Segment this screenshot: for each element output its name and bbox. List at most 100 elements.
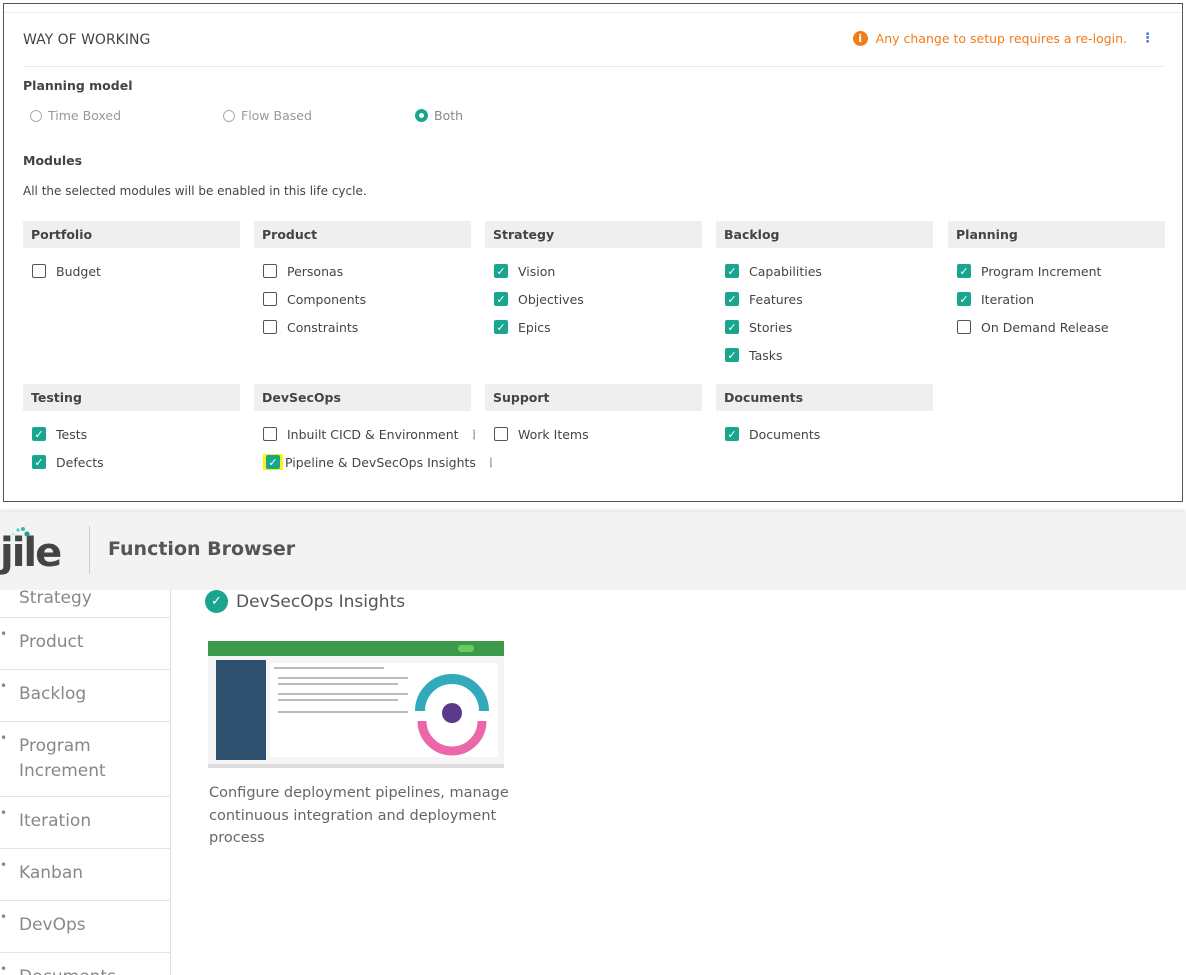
- checkbox-wrap[interactable]: [263, 292, 277, 306]
- module-checkbox-item[interactable]: ✓ Pipeline & DevSecOps Insights i: [254, 448, 493, 476]
- radio-flow-based[interactable]: Flow Based: [223, 108, 312, 123]
- module-checkbox-item[interactable]: Personas: [254, 257, 471, 285]
- function-thumbnail[interactable]: [208, 641, 504, 768]
- module-checkbox-item[interactable]: ✓ Iteration: [948, 285, 1165, 313]
- checkbox-unchecked[interactable]: [263, 292, 277, 306]
- module-checkbox-item[interactable]: ✓ Objectives: [485, 285, 702, 313]
- checkbox-wrap[interactable]: ✓: [725, 264, 739, 278]
- sidebar-item-kanban[interactable]: Kanban: [0, 849, 170, 901]
- module-checkbox-item[interactable]: Budget: [23, 257, 240, 285]
- module-checkbox-item[interactable]: ✓ Epics: [485, 313, 702, 341]
- checkbox-label: Program Increment: [981, 263, 1102, 279]
- info-icon[interactable]: i: [472, 428, 475, 440]
- group-header: Documents: [716, 384, 933, 411]
- checkbox-wrap[interactable]: ✓: [725, 292, 739, 306]
- jile-logo[interactable]: jile: [0, 527, 62, 576]
- module-checkbox-item[interactable]: ✓ Defects: [23, 448, 240, 476]
- checkbox-wrap[interactable]: ✓: [263, 454, 283, 470]
- checkbox-checked[interactable]: ✓: [266, 455, 280, 469]
- checkbox-checked[interactable]: ✓: [725, 292, 739, 306]
- checkbox-wrap[interactable]: ✓: [494, 320, 508, 334]
- module-checkbox-item[interactable]: ✓ Features: [716, 285, 933, 313]
- sidebar-item-devops[interactable]: DevOps: [0, 901, 170, 953]
- checkbox-wrap[interactable]: ✓: [725, 320, 739, 334]
- checkbox-unchecked[interactable]: [263, 320, 277, 334]
- divider: [23, 66, 1163, 67]
- checkbox-label: Tests: [56, 426, 88, 442]
- checkbox-wrap[interactable]: ✓: [957, 264, 971, 278]
- module-checkbox-item[interactable]: On Demand Release: [948, 313, 1165, 341]
- checkbox-unchecked[interactable]: [263, 427, 277, 441]
- checkbox-checked[interactable]: ✓: [32, 427, 46, 441]
- module-checkbox-item[interactable]: Components: [254, 285, 471, 313]
- module-checkbox-item[interactable]: Inbuilt CICD & Environment i: [254, 420, 475, 448]
- module-checkbox-item[interactable]: ✓ Capabilities: [716, 257, 933, 285]
- checkbox-unchecked[interactable]: [494, 427, 508, 441]
- sidebar-item-backlog[interactable]: Backlog: [0, 670, 170, 722]
- module-group-backlog: Backlog ✓ Capabilities ✓ Features ✓ Stories ✓ Ta…: [716, 221, 933, 369]
- radio-circle[interactable]: [415, 109, 428, 122]
- checkbox-wrap[interactable]: [957, 320, 971, 334]
- checkbox-wrap[interactable]: ✓: [32, 427, 46, 441]
- content-title-text: DevSecOps Insights: [236, 591, 406, 612]
- radio-label: Both: [434, 108, 464, 123]
- checkbox-unchecked[interactable]: [32, 264, 46, 278]
- checkbox-wrap[interactable]: ✓: [494, 264, 508, 278]
- checkbox-label: Vision: [518, 263, 556, 279]
- checkbox-unchecked[interactable]: [957, 320, 971, 334]
- checkbox-label: Epics: [518, 319, 551, 335]
- checkbox-wrap[interactable]: [263, 320, 277, 334]
- sidebar-item-strategy[interactable]: Strategy: [0, 590, 170, 618]
- radio-both[interactable]: Both: [415, 108, 463, 123]
- radio-circle[interactable]: [223, 109, 235, 122]
- checkbox-wrap[interactable]: [494, 427, 508, 441]
- sidebar-item-program-increment[interactable]: Program Increment: [0, 722, 170, 797]
- module-group-strategy: Strategy ✓ Vision ✓ Objectives ✓ Epics: [485, 221, 702, 341]
- thumbnail-image: [208, 641, 504, 760]
- module-checkbox-item[interactable]: ✓ Stories: [716, 313, 933, 341]
- checkbox-wrap[interactable]: ✓: [957, 292, 971, 306]
- checkbox-label: Defects: [56, 454, 104, 470]
- group-header: Strategy: [485, 221, 702, 248]
- info-icon[interactable]: i: [489, 456, 493, 468]
- checkbox-wrap[interactable]: [32, 264, 46, 278]
- checkbox-wrap[interactable]: ✓: [725, 348, 739, 362]
- radio-label: Flow Based: [241, 108, 312, 123]
- group-header: Support: [485, 384, 702, 411]
- checkbox-wrap[interactable]: ✓: [32, 455, 46, 469]
- more-options-icon[interactable]: ⋮: [1141, 31, 1154, 46]
- checkbox-wrap[interactable]: ✓: [494, 292, 508, 306]
- checkbox-checked[interactable]: ✓: [494, 264, 508, 278]
- page-title: Function Browser: [108, 538, 296, 560]
- module-checkbox-item[interactable]: Work Items: [485, 420, 702, 448]
- checkbox-wrap[interactable]: ✓: [725, 427, 739, 441]
- module-checkbox-item[interactable]: ✓ Program Increment: [948, 257, 1165, 285]
- checkbox-checked[interactable]: ✓: [725, 427, 739, 441]
- checkbox-checked[interactable]: ✓: [725, 320, 739, 334]
- module-checkbox-item[interactable]: ✓ Documents: [716, 420, 933, 448]
- checkbox-checked[interactable]: ✓: [494, 320, 508, 334]
- checkbox-unchecked[interactable]: [263, 264, 277, 278]
- sidebar-item-iteration[interactable]: Iteration: [0, 797, 170, 849]
- module-checkbox-item[interactable]: ✓ Tests: [23, 420, 240, 448]
- checkbox-checked[interactable]: ✓: [32, 455, 46, 469]
- checkbox-checked[interactable]: ✓: [957, 264, 971, 278]
- sidebar-item-documents[interactable]: Documents: [0, 953, 170, 975]
- group-header: Planning: [948, 221, 1165, 248]
- group-header: Product: [254, 221, 471, 248]
- radio-time-boxed[interactable]: Time Boxed: [30, 108, 121, 123]
- checkbox-checked[interactable]: ✓: [494, 292, 508, 306]
- radio-circle[interactable]: [30, 109, 42, 122]
- module-checkbox-item[interactable]: ✓ Vision: [485, 257, 702, 285]
- checkbox-wrap[interactable]: [263, 264, 277, 278]
- module-group-product: Product Personas Components Constraints: [254, 221, 471, 341]
- sidebar-item-label: Documents: [19, 967, 116, 975]
- sidebar-item-product[interactable]: Product: [0, 618, 170, 670]
- checkbox-label: Capabilities: [749, 263, 822, 279]
- module-checkbox-item[interactable]: ✓ Tasks: [716, 341, 933, 369]
- module-checkbox-item[interactable]: Constraints: [254, 313, 471, 341]
- checkbox-checked[interactable]: ✓: [957, 292, 971, 306]
- checkbox-checked[interactable]: ✓: [725, 348, 739, 362]
- checkbox-checked[interactable]: ✓: [725, 264, 739, 278]
- checkbox-wrap[interactable]: [263, 427, 277, 441]
